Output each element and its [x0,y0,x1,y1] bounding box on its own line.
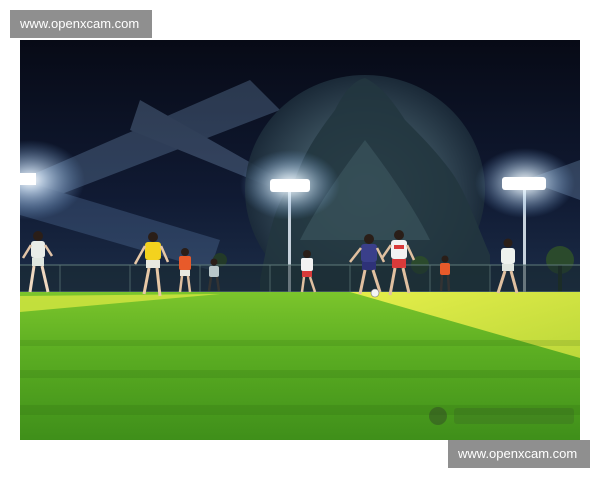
watermark-badge-top: www.openxcam.com [10,10,152,38]
page: www.openxcam.com www.openxcam.com [0,0,600,480]
soccer-night-photo [20,40,580,440]
soccer-ball [370,288,380,298]
perimeter-fence [20,264,580,295]
photo-canvas [20,40,580,440]
watermark-badge-bottom: www.openxcam.com [448,440,590,468]
